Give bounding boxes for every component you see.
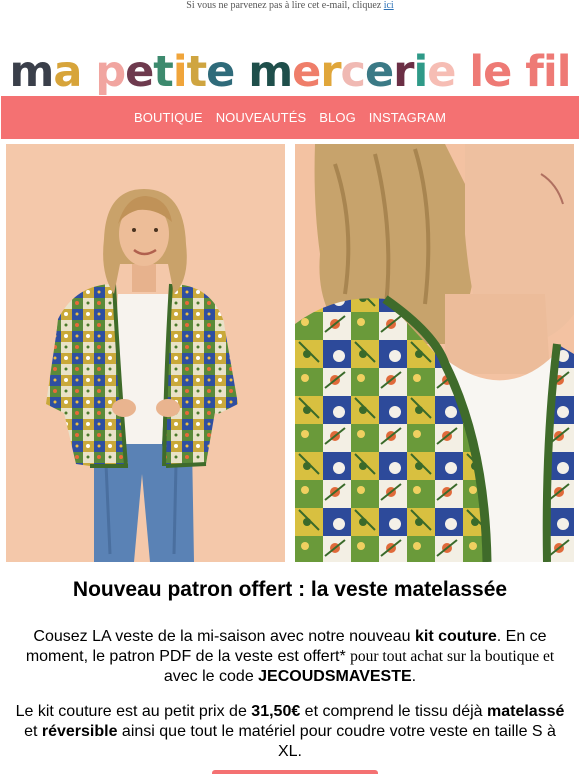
preheader-text: Si vous ne parvenez pas à lire cet e-mai…: [186, 0, 384, 11]
nav-nouveautes[interactable]: NOUVEAUTÉS: [216, 110, 307, 125]
price-text-2: et comprend le tissu déjà: [300, 703, 487, 720]
logo-letter: e: [483, 47, 512, 97]
intro-text-1: Cousez LA veste de la mi-saison avec not…: [33, 628, 415, 645]
logo-word: fil: [525, 47, 572, 97]
reversible-emphasis: réversible: [41, 723, 118, 740]
logo-letter: f: [525, 47, 544, 97]
logo-letter: e: [125, 47, 154, 97]
jacket-detail-photo[interactable]: [295, 144, 574, 562]
logo-word: ma: [9, 47, 83, 97]
logo-letter: r: [393, 47, 414, 97]
logo-letter: m: [248, 47, 293, 97]
jacket-full-photo[interactable]: [6, 144, 285, 562]
logo-word: le: [469, 47, 512, 97]
logo-letter: l: [469, 47, 484, 97]
price-text-4: ainsi que tout le matériel pour coudre v…: [117, 723, 556, 760]
jacket-detail-illustration: [295, 144, 574, 562]
logo-letter: t: [186, 47, 208, 97]
logo-word: petite: [95, 47, 235, 97]
logo-letter: e: [206, 47, 235, 97]
logo-letter: c: [340, 47, 366, 97]
logo-letter: e: [365, 47, 394, 97]
logo-letter: i: [413, 47, 428, 97]
promo-code: JECOUDSMAVESTE: [258, 668, 412, 685]
jacket-full-illustration: [6, 144, 285, 562]
price-text-3: et: [24, 723, 42, 740]
logo-word: mercerie: [248, 47, 456, 97]
intro-text-3: avec le code: [163, 668, 259, 685]
nav-boutique[interactable]: BOUTIQUE: [134, 110, 203, 125]
main-nav: BOUTIQUE NOUVEAUTÉS BLOG INSTAGRAM: [1, 96, 579, 139]
logo-letter: m: [9, 47, 55, 97]
logo-letter: t: [153, 47, 174, 97]
logo-letter: e: [427, 47, 456, 97]
intro-paragraph: Cousez LA veste de la mi-saison avec not…: [0, 627, 580, 687]
logo-letter: a: [53, 47, 82, 97]
logo-letter: i: [172, 47, 188, 97]
nav-blog[interactable]: BLOG: [319, 110, 356, 125]
logo-letter: i: [543, 47, 558, 97]
price-value: 31,50€: [251, 703, 301, 720]
logo-letter: r: [320, 47, 341, 97]
logo-letter: p: [95, 47, 126, 97]
intro-text-4: .: [411, 668, 417, 685]
matelasse-emphasis: matelassé: [487, 703, 565, 720]
price-paragraph: Le kit couture est au petit prix de 31,5…: [0, 702, 580, 762]
cta-button-edge[interactable]: [212, 770, 378, 774]
preheader-link[interactable]: ici: [384, 0, 394, 11]
preheader: Si vous ne parvenez pas à lire cet e-mai…: [0, 0, 580, 14]
logo-letter: e: [292, 47, 321, 97]
kit-couture-emphasis: kit couture: [414, 628, 497, 645]
logo-letter: l: [556, 47, 572, 97]
nav-instagram[interactable]: INSTAGRAM: [369, 110, 446, 125]
headline: Nouveau patron offert : la veste matelas…: [72, 578, 508, 601]
price-text-1: Le kit couture est au petit prix de: [15, 703, 252, 720]
brand-logo[interactable]: mapetitemercerielefil: [0, 38, 580, 94]
intro-serif-text: pour tout achat sur la boutique et: [350, 648, 555, 665]
